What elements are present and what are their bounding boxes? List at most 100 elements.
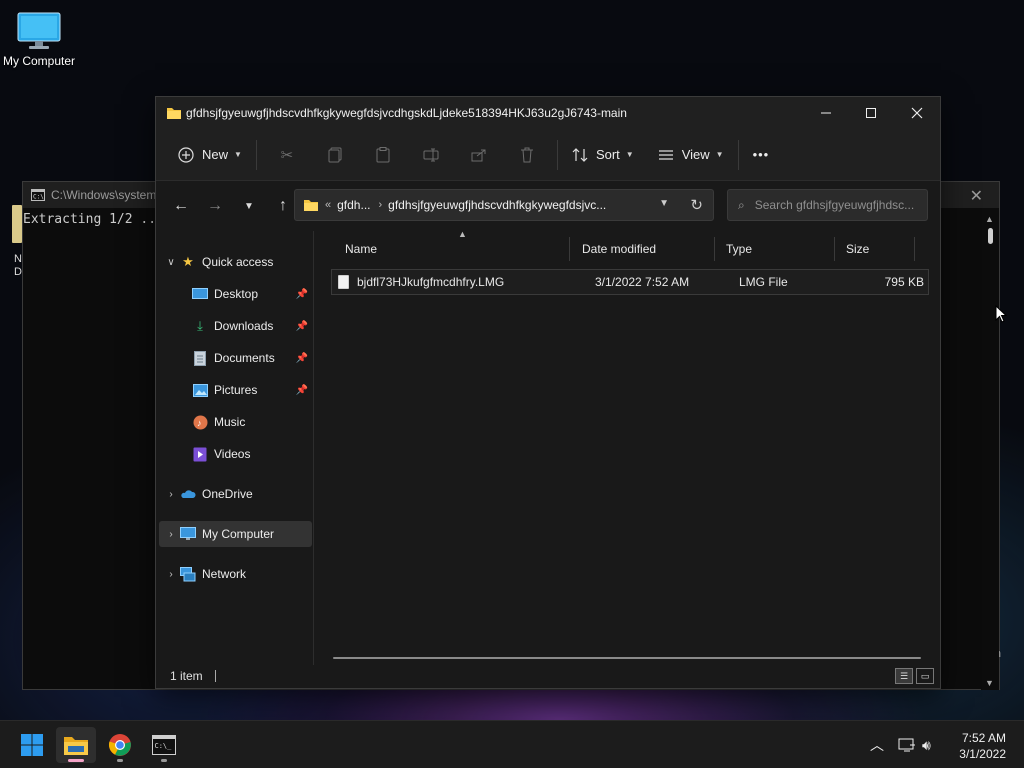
pin-icon: 📌 [295,288,308,300]
chevron-up-icon: ︿ [870,737,884,753]
chevron-right-icon[interactable]: › [162,529,180,540]
nav-item-music[interactable]: ♪ Music [192,409,312,435]
details-view-button[interactable]: ☰ [895,668,913,684]
svg-text:C:\_: C:\_ [155,742,173,750]
taskbar-clock[interactable]: 7:52 AM 3/1/2022 [959,730,1006,762]
more-icon: ••• [752,147,770,162]
breadcrumb-segment[interactable]: gfdh... [337,198,370,212]
nav-item-onedrive[interactable]: › OneDrive [162,481,312,507]
network-status-icon [898,738,915,752]
file-name: bjdfl73HJkufgfmcdhfry.LMG [357,275,505,289]
taskbar-chrome[interactable] [100,727,140,763]
column-header-type[interactable]: Type [714,233,834,265]
view-list-icon [658,149,673,160]
arrow-up-icon: ↑ [279,197,287,214]
column-header-name[interactable]: Name [333,233,573,265]
recent-locations-button[interactable]: ▼ [232,189,266,223]
file-icon [338,275,349,289]
close-icon [911,107,923,119]
nav-item-videos[interactable]: Videos [192,441,312,467]
toolbar-divider [255,139,257,170]
chevron-down-icon: ▼ [244,200,254,212]
column-header-size[interactable]: Size [834,233,914,265]
chevron-right-icon[interactable]: › [162,489,180,500]
file-date: 3/1/2022 7:52 AM [595,275,690,289]
desktop-icon-document-partial[interactable]: N Doc [0,205,34,279]
plus-circle-icon [178,146,194,163]
nav-item-my-computer[interactable]: › My Computer [159,521,312,547]
back-button[interactable]: ← [164,189,198,223]
minimize-button[interactable] [803,97,849,129]
scroll-down-arrow-icon[interactable]: ▼ [985,678,994,688]
breadcrumb-segment[interactable]: gfdhsjfgyeuwgfjhdscvdhfkgkywegfdsjvc... [388,198,606,212]
scrollbar-thumb[interactable] [988,228,993,244]
nav-label: OneDrive [202,487,253,501]
nav-item-documents[interactable]: Documents 📌 [192,345,312,371]
nav-label: Videos [214,447,251,461]
new-button[interactable]: New ▼ [170,138,250,172]
close-button[interactable] [894,97,940,129]
file-explorer-window[interactable]: gfdhsjfgyeuwgfjhdscvdhfkgkywegfdsjvcdhgs… [155,96,941,689]
console-close-button[interactable]: ✕ [970,186,983,206]
chevron-down-icon: ▼ [625,150,634,159]
sort-button[interactable]: Sort ▼ [564,138,642,172]
view-button[interactable]: View ▼ [650,138,732,172]
chevron-right-icon[interactable]: › [378,199,382,211]
maximize-button[interactable] [848,97,894,129]
start-button[interactable] [12,727,52,763]
share-button[interactable] [455,138,503,172]
nav-item-desktop[interactable]: Desktop 📌 [192,281,312,307]
star-icon: ★ [182,254,194,269]
sort-icon [572,147,588,162]
svg-text:C:\: C:\ [33,194,44,201]
address-bar[interactable]: « gfdh... › gfdhsjfgyeuwgfjhdscvdhfkgkyw… [294,189,714,221]
status-bar: 1 item ☰ ▭ [156,664,940,688]
show-hidden-icons-button[interactable]: ︿ [870,721,884,768]
active-indicator [68,759,84,762]
chevron-down-icon: ▼ [715,150,724,159]
search-placeholder: Search gfdhsjfgyeuwgfjhdsc... [754,198,915,212]
console-scrollbar[interactable]: ▲ ▼ [981,210,999,690]
rename-button[interactable] [407,138,455,172]
chevron-down-icon[interactable]: ▼ [659,198,669,209]
refresh-icon[interactable]: ↻ [690,196,703,214]
taskbar-file-explorer[interactable] [56,727,96,763]
column-divider[interactable] [914,237,915,261]
nav-item-pictures[interactable]: Pictures 📌 [192,377,312,403]
file-list[interactable]: ▲ Name Date modified Type Size bjdfl73HJ… [315,229,941,665]
tiles-view-icon: ▭ [920,670,930,681]
arrow-right-icon: → [207,197,223,214]
overflow-icon[interactable]: « [325,199,331,211]
chevron-right-icon[interactable]: › [162,569,180,580]
volume-button[interactable]: 🔊︎ [922,721,931,768]
chevron-down-icon[interactable]: ∨ [162,257,180,268]
documents-icon [192,350,208,366]
pictures-icon [192,382,208,398]
tiles-view-button[interactable]: ▭ [916,668,934,684]
taskbar-terminal[interactable]: C:\_ [144,727,184,763]
cut-button[interactable]: ✂ [263,138,311,172]
more-options-button[interactable]: ••• [745,138,778,172]
cut-icon: ✂ [280,146,294,164]
delete-button[interactable] [503,138,551,172]
column-header-date[interactable]: Date modified [570,233,714,265]
nav-item-downloads[interactable]: ⤓ Downloads 📌 [192,313,312,339]
forward-button[interactable]: → [198,189,232,223]
search-box[interactable]: ⌕ Search gfdhsjfgyeuwgfjhdsc... [727,189,928,221]
desktop-icon-label: My Computer [2,54,76,68]
horizontal-scrollbar[interactable] [333,657,921,659]
column-label: Date modified [582,242,657,256]
desktop-icon [192,286,208,302]
nav-item-network[interactable]: › Network [162,561,312,587]
paste-button[interactable] [359,138,407,172]
desktop-icon-my-computer[interactable]: My Computer [0,8,78,68]
scroll-up-arrow-icon[interactable]: ▲ [985,214,994,224]
network-status-button[interactable] [898,721,916,768]
nav-item-quick-access[interactable]: ∨ ★ Quick access [162,249,312,275]
taskbar: C:\_ ︿ 🔊︎ 7:52 AM 3/1/2022 [0,720,1024,768]
copy-button[interactable] [311,138,359,172]
start-icon [21,734,43,756]
arrow-left-icon: ← [173,197,189,214]
file-row[interactable]: bjdfl73HJkufgfmcdhfry.LMG 3/1/2022 7:52 … [331,269,929,295]
toolbar-divider [556,139,558,170]
